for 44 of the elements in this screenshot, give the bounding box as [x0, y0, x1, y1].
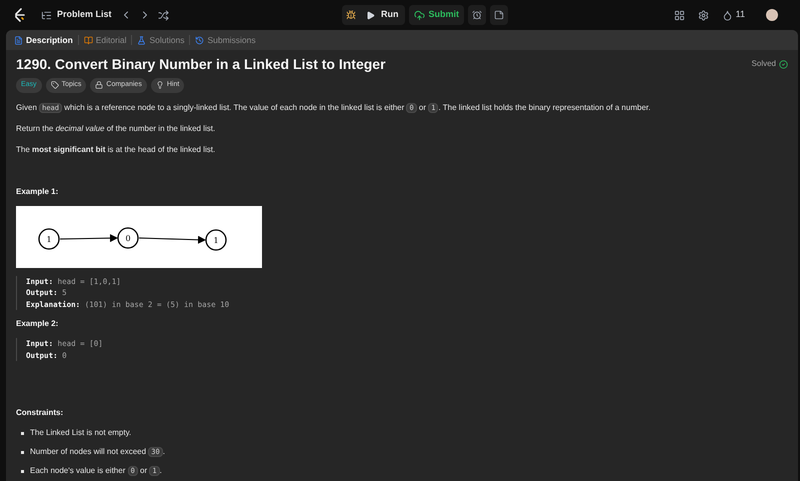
list-node: 1 — [205, 228, 227, 250]
submit-button[interactable]: Submit — [408, 5, 464, 25]
solved-status: Solved — [752, 58, 776, 70]
problem-list-link[interactable]: Problem List — [57, 8, 112, 22]
check-icon — [779, 60, 788, 68]
book-icon — [84, 36, 93, 44]
arrow-line — [138, 235, 206, 244]
constraint-item: The Linked List is not empty. — [30, 427, 132, 439]
settings-icon[interactable] — [698, 10, 709, 20]
problem-title: 1290. Convert Binary Number in a Linked List to Integer — [16, 55, 386, 74]
document-icon — [14, 36, 23, 44]
avatar[interactable] — [766, 9, 778, 21]
bullet-icon — [21, 470, 24, 472]
history-icon — [195, 36, 204, 44]
lightbulb-icon — [156, 81, 164, 90]
streak-count: 11 — [736, 8, 745, 22]
note-button[interactable] — [490, 5, 508, 25]
paragraph: The most significant bit is at the head of the linked list. — [16, 144, 216, 156]
paragraph: Return the decimal value of the number in the linked list. — [16, 122, 216, 134]
tag-icon — [50, 81, 59, 90]
play-icon — [366, 10, 375, 20]
list-icon[interactable] — [41, 10, 52, 20]
logo-icon[interactable] — [14, 8, 26, 22]
bug-icon — [346, 10, 356, 20]
panel-tab[interactable]: Submissions — [193, 34, 258, 46]
arrow-line — [60, 234, 118, 242]
flask-icon — [137, 36, 146, 44]
example-heading: Example 1: — [16, 186, 60, 198]
shuffle-icon[interactable] — [158, 10, 169, 20]
list-node: 0 — [117, 226, 139, 248]
bullet-icon — [21, 432, 24, 434]
alarm-clock-icon — [472, 10, 482, 20]
layout-icon[interactable] — [674, 10, 685, 20]
example-heading: Example 2: — [16, 318, 60, 330]
constraints-heading: Constraints: — [16, 407, 64, 419]
alarm-button[interactable] — [468, 5, 486, 25]
bullet-icon — [21, 450, 24, 454]
panel-tab[interactable]: Description — [12, 34, 75, 46]
lock-icon — [95, 81, 104, 90]
note-icon — [494, 10, 504, 20]
panel-tab[interactable]: Editorial — [82, 34, 128, 46]
list-node: 1 — [38, 228, 60, 250]
cloud-upload-icon — [414, 10, 424, 20]
panel-tab[interactable]: Solutions — [135, 34, 186, 46]
